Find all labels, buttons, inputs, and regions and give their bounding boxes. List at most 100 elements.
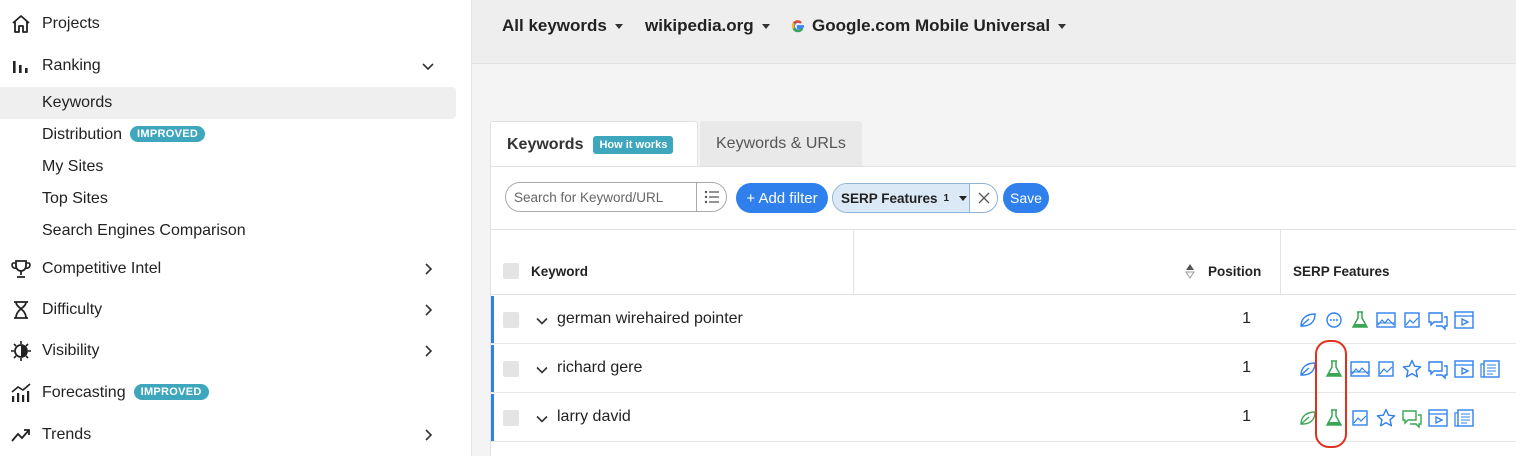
row-checkbox[interactable] [503, 410, 519, 426]
keyword-text[interactable]: richard gere [557, 359, 642, 377]
chevron-right-icon[interactable] [420, 302, 436, 318]
sidebar-item-label: Search Engines Comparison [42, 222, 246, 239]
caret-down-icon [1058, 23, 1067, 29]
sidebar: Projects Ranking Keywords Distribution IM… [0, 0, 472, 456]
google-logo-icon [791, 20, 804, 33]
table-row[interactable]: richard gere 1 [491, 345, 1516, 393]
search-input[interactable] [506, 183, 698, 211]
chevron-down-icon[interactable] [535, 412, 549, 426]
caret-down-icon [761, 23, 770, 29]
sidebar-item-label: Ranking [42, 57, 101, 74]
bar-chart-icon [10, 55, 32, 77]
news-icon[interactable] [1479, 358, 1501, 380]
row-checkbox[interactable] [503, 312, 519, 328]
video-icon[interactable] [1427, 407, 1449, 429]
star-icon[interactable] [1375, 407, 1397, 429]
tab-keywords-urls[interactable]: Keywords & URLs [700, 121, 862, 167]
sidebar-item-label: Visibility [42, 342, 100, 359]
hourglass-icon [10, 299, 32, 321]
sort-icon[interactable] [1185, 263, 1195, 279]
sidebar-item-distribution[interactable]: Distribution IMPROVED [0, 119, 456, 151]
add-filter-button[interactable]: + Add filter [736, 183, 828, 213]
trend-line-icon [10, 424, 32, 446]
column-header-keyword[interactable]: Keyword [531, 264, 588, 279]
sidebar-item-label: Projects [42, 15, 100, 32]
table-row[interactable]: larry david 1 [491, 394, 1516, 442]
sidebar-item-label: Distribution IMPROVED [42, 126, 206, 144]
column-divider [853, 230, 854, 294]
sidebar-item-keywords[interactable]: Keywords [0, 87, 456, 119]
image-pack-icon[interactable] [1349, 358, 1371, 380]
visibility-gear-icon [10, 340, 32, 362]
chevron-right-icon[interactable] [420, 343, 436, 359]
image-icon[interactable] [1375, 358, 1397, 380]
news-icon[interactable] [1453, 407, 1475, 429]
search-box [505, 182, 727, 212]
serp-features-filter[interactable]: SERP Features 1 [832, 183, 998, 213]
sidebar-item-my-sites[interactable]: My Sites [0, 151, 456, 183]
trophy-icon [10, 258, 32, 280]
column-header-position[interactable]: Position [1208, 264, 1261, 279]
keyword-text[interactable]: larry david [557, 408, 631, 426]
chevron-down-icon[interactable] [535, 363, 549, 377]
list-icon [704, 190, 719, 204]
dropdown-label: All keywords [502, 16, 607, 35]
sidebar-item-forecasting[interactable]: Forecasting IMPROVED [0, 377, 462, 409]
image-icon[interactable] [1349, 407, 1371, 429]
sidebar-item-competitive-intel[interactable]: Competitive Intel [0, 253, 462, 285]
sidebar-item-difficulty[interactable]: Difficulty [0, 294, 462, 326]
chat-bubble-icon[interactable] [1323, 309, 1345, 331]
position-value: 1 [1242, 310, 1251, 327]
image-icon[interactable] [1401, 309, 1423, 331]
row-checkbox[interactable] [503, 361, 519, 377]
bulk-list-button[interactable] [696, 183, 726, 211]
how-it-works-badge[interactable]: How it works [593, 135, 674, 154]
reviews-icon[interactable] [1427, 309, 1449, 331]
image-pack-icon[interactable] [1375, 309, 1397, 331]
flask-icon[interactable] [1349, 309, 1371, 331]
remove-filter-button[interactable] [969, 184, 997, 212]
search-engine-dropdown[interactable]: Google.com Mobile Universal [790, 16, 1067, 36]
sidebar-item-top-sites[interactable]: Top Sites [0, 183, 456, 215]
chevron-down-icon[interactable] [420, 58, 436, 74]
reviews-icon[interactable] [1401, 407, 1423, 429]
video-icon[interactable] [1453, 309, 1475, 331]
improved-badge: IMPROVED [133, 384, 209, 400]
sidebar-item-label: Trends [42, 426, 92, 443]
serp-features-icons [1297, 309, 1479, 331]
sidebar-item-ranking[interactable]: Ranking [0, 50, 462, 82]
reviews-icon[interactable] [1427, 358, 1449, 380]
sidebar-item-label: Top Sites [42, 190, 108, 207]
video-icon[interactable] [1453, 358, 1475, 380]
position-value: 1 [1242, 408, 1251, 425]
filter-name: SERP Features [841, 190, 938, 206]
column-header-serp-features[interactable]: SERP Features [1293, 264, 1390, 279]
keywords-panel: + Add filter SERP Features 1 Save Keywor… [490, 166, 1516, 456]
column-divider [1280, 230, 1281, 294]
keyword-text[interactable]: german wirehaired pointer [557, 310, 743, 328]
chevron-right-icon[interactable] [420, 261, 436, 277]
tab-keywords[interactable]: Keywords How it works [490, 121, 698, 167]
main-content: All keywords wikipedia.org Google.com Mo… [472, 0, 1516, 456]
dropdown-label: Google.com Mobile Universal [812, 16, 1051, 35]
forecast-chart-icon [10, 382, 32, 404]
tab-label: Keywords & URLs [716, 135, 846, 152]
table-row[interactable]: german wirehaired pointer 1 [491, 296, 1516, 344]
sidebar-item-visibility[interactable]: Visibility [0, 335, 462, 367]
sidebar-item-trends[interactable]: Trends [0, 419, 462, 451]
keywords-filter-dropdown[interactable]: All keywords [502, 16, 623, 36]
select-all-checkbox[interactable] [503, 263, 519, 279]
leaf-icon[interactable] [1297, 309, 1319, 331]
improved-badge: IMPROVED [130, 126, 206, 142]
chevron-down-icon[interactable] [535, 314, 549, 328]
sidebar-item-label: Competitive Intel [42, 260, 162, 277]
sidebar-item-projects[interactable]: Projects [0, 8, 462, 40]
chevron-right-icon[interactable] [420, 427, 436, 443]
table-header: Keyword Position SERP Features [491, 229, 1516, 295]
serp-filter-label[interactable]: SERP Features 1 [833, 184, 970, 212]
save-button[interactable]: Save [1003, 183, 1049, 213]
star-icon[interactable] [1401, 358, 1423, 380]
site-dropdown[interactable]: wikipedia.org [645, 16, 770, 36]
sidebar-item-search-engines-comparison[interactable]: Search Engines Comparison [0, 215, 456, 247]
top-filter-bar: All keywords wikipedia.org Google.com Mo… [472, 0, 1516, 64]
